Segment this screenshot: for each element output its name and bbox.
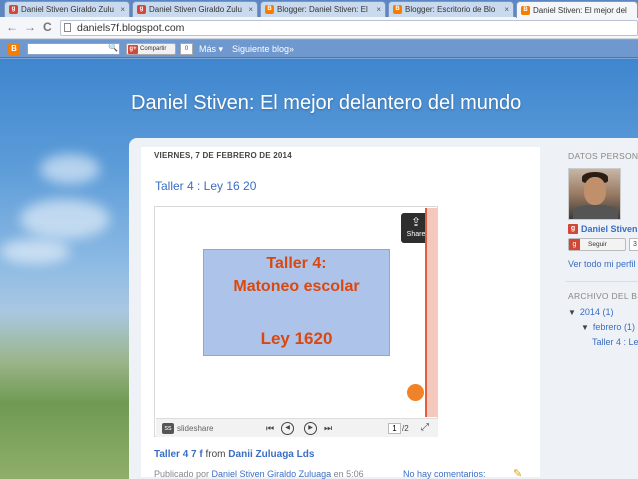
archive-year-item[interactable]: ▼ 2014 (1) bbox=[568, 307, 613, 317]
embed-link[interactable]: Taller 4 7 f bbox=[154, 449, 203, 460]
triangle-down-icon[interactable]: ▼ bbox=[581, 323, 589, 332]
archive-heading: ARCHIVO DEL BLOG bbox=[568, 291, 638, 301]
tab-label: Blogger: Daniel Stiven: El bbox=[277, 5, 368, 14]
gplus-icon: g bbox=[568, 224, 578, 234]
post-title[interactable]: Taller 4 : Ley 16 20 bbox=[155, 179, 256, 193]
posted-prefix: Publicado por bbox=[154, 469, 212, 479]
slide-page-input[interactable]: 1 bbox=[388, 423, 401, 434]
avatar-shirt bbox=[573, 205, 618, 219]
blogger-icon: B bbox=[521, 5, 530, 15]
navbar-search-input[interactable] bbox=[27, 43, 120, 55]
last-slide-icon[interactable]: ⏭ bbox=[324, 423, 332, 434]
background-cloud bbox=[40, 154, 100, 184]
forward-arrow-icon[interactable]: → bbox=[24, 20, 36, 34]
slide-title-box: Taller 4: Matoneo escolar Ley 1620 bbox=[203, 249, 390, 356]
archive-month-label: febrero (1) bbox=[592, 322, 635, 332]
first-slide-icon[interactable]: ⏮ bbox=[266, 423, 274, 434]
embed-from: from bbox=[202, 449, 229, 460]
tab-label: Daniel Stiven Giraldo Zulu bbox=[149, 5, 242, 14]
slideshare-brand[interactable]: slideshare bbox=[177, 424, 213, 433]
close-icon[interactable]: × bbox=[248, 5, 253, 14]
close-icon[interactable]: × bbox=[120, 5, 125, 14]
browser-tab-1[interactable]: g Daniel Stiven Giraldo Zulu × bbox=[4, 1, 130, 17]
slideshare-player-bar: ss slideshare ⏮ ◀ ▶ ⏭ 1 /2 ⤢ bbox=[156, 418, 438, 437]
browser-tab-2[interactable]: g Daniel Stiven Giraldo Zulu × bbox=[132, 1, 258, 17]
close-icon[interactable]: × bbox=[504, 5, 509, 14]
slide-line-2: Matoneo escolar bbox=[233, 278, 360, 295]
prev-slide-icon[interactable]: ◀ bbox=[281, 422, 294, 435]
slideshare-logo-icon[interactable]: ss bbox=[162, 423, 174, 434]
blogger-navbar: B 🔍 g+ Compartir 0 Más ▾ Siguiente blog» bbox=[0, 40, 638, 58]
slide-line-1: Taller 4: bbox=[266, 255, 327, 272]
posted-time[interactable]: en 5:06 bbox=[331, 469, 364, 479]
post-byline: Publicado por Daniel Stiven Giraldo Zulu… bbox=[154, 469, 364, 479]
archive-post-link[interactable]: Taller 4 : Ley 16 20 bbox=[592, 337, 638, 347]
blog-page: Daniel Stiven: El mejor delantero del mu… bbox=[0, 59, 638, 479]
browser-tab-3[interactable]: B Blogger: Daniel Stiven: El × bbox=[260, 1, 386, 17]
search-icon[interactable]: 🔍 bbox=[108, 43, 118, 52]
reload-icon[interactable]: C bbox=[43, 20, 52, 34]
view-profile-link[interactable]: Ver todo mi perfil bbox=[568, 259, 636, 269]
browser-tab-4[interactable]: B Blogger: Escritorio de Blo × bbox=[388, 1, 514, 17]
back-arrow-icon[interactable]: ← bbox=[6, 20, 18, 34]
avatar-face bbox=[584, 177, 606, 205]
slide-canvas[interactable]: Taller 4: Matoneo escolar Ley 1620 ⇪ Sha… bbox=[156, 208, 431, 417]
share-count: 0 bbox=[180, 43, 193, 55]
gplus-icon: g+ bbox=[128, 44, 138, 54]
gplus-icon: g bbox=[9, 5, 18, 14]
follow-button[interactable]: g Seguir bbox=[568, 238, 626, 251]
slide-edge-decor bbox=[425, 208, 437, 417]
embed-attribution: Taller 4 7 f from Danii Zuluaga Lds bbox=[154, 449, 314, 460]
date-header: VIERNES, 7 DE FEBRERO DE 2014 bbox=[154, 151, 292, 160]
content-column: VIERNES, 7 DE FEBRERO DE 2014 Taller 4 :… bbox=[129, 138, 638, 479]
tab-label: Daniel Stiven: El mejor del bbox=[533, 5, 627, 15]
tab-label: Blogger: Escritorio de Blo bbox=[405, 5, 496, 14]
blogger-icon: B bbox=[393, 5, 402, 14]
profile-name: Daniel Stiven bbox=[581, 224, 638, 234]
blogger-icon: B bbox=[265, 5, 274, 14]
triangle-down-icon[interactable]: ▼ bbox=[568, 308, 576, 317]
slide-decor-dot bbox=[407, 384, 424, 401]
archive-month-item[interactable]: ▼ febrero (1) bbox=[581, 322, 635, 332]
gplus-share-button[interactable]: g+ Compartir bbox=[126, 43, 176, 55]
author-link[interactable]: Daniel Stiven Giraldo Zuluaga bbox=[212, 469, 332, 479]
slideshare-embed: Taller 4: Matoneo escolar Ley 1620 ⇪ Sha… bbox=[154, 206, 438, 437]
avatar[interactable] bbox=[568, 168, 621, 220]
address-toolbar: ← → C daniels7f.blogspot.com bbox=[0, 17, 638, 39]
share-label: Compartir bbox=[140, 46, 167, 52]
url-input[interactable]: daniels7f.blogspot.com bbox=[60, 20, 638, 36]
background-cloud bbox=[20, 199, 110, 239]
browser-tab-5-active[interactable]: B Daniel Stiven: El mejor del bbox=[516, 1, 638, 18]
blog-title[interactable]: Daniel Stiven: El mejor delantero del mu… bbox=[131, 92, 521, 115]
gplus-icon: g bbox=[137, 5, 146, 14]
fullscreen-icon[interactable]: ⤢ bbox=[421, 422, 429, 433]
follow-count: 3 bbox=[629, 238, 638, 251]
comments-link[interactable]: No hay comentarios: bbox=[403, 469, 486, 479]
tab-label: Daniel Stiven Giraldo Zulu bbox=[21, 5, 114, 14]
slide-page-total: /2 bbox=[402, 424, 409, 433]
gplus-icon: g bbox=[569, 239, 580, 250]
next-blog-link[interactable]: Siguiente blog» bbox=[232, 44, 294, 54]
slide-line-3: Ley 1620 bbox=[260, 329, 333, 348]
next-slide-icon[interactable]: ▶ bbox=[304, 422, 317, 435]
share-label: Share bbox=[406, 231, 426, 238]
more-menu-button[interactable]: Más ▾ bbox=[199, 44, 223, 55]
pencil-icon[interactable]: ✎ bbox=[513, 467, 522, 479]
background-cloud bbox=[0, 239, 70, 264]
close-icon[interactable]: × bbox=[376, 5, 381, 14]
embed-author-link[interactable]: Danii Zuluaga Lds bbox=[228, 449, 314, 460]
profile-name-link[interactable]: g Daniel Stiven bbox=[568, 224, 638, 234]
blogger-logo-icon[interactable]: B bbox=[8, 43, 20, 55]
browser-tab-strip: g Daniel Stiven Giraldo Zulu × g Daniel … bbox=[0, 0, 638, 18]
page-icon bbox=[64, 23, 71, 32]
archive-year-label: 2014 (1) bbox=[579, 307, 614, 317]
follow-label: Seguir bbox=[588, 241, 607, 248]
profile-heading: DATOS PERSONALES bbox=[568, 151, 638, 161]
sidebar-divider bbox=[566, 281, 638, 282]
